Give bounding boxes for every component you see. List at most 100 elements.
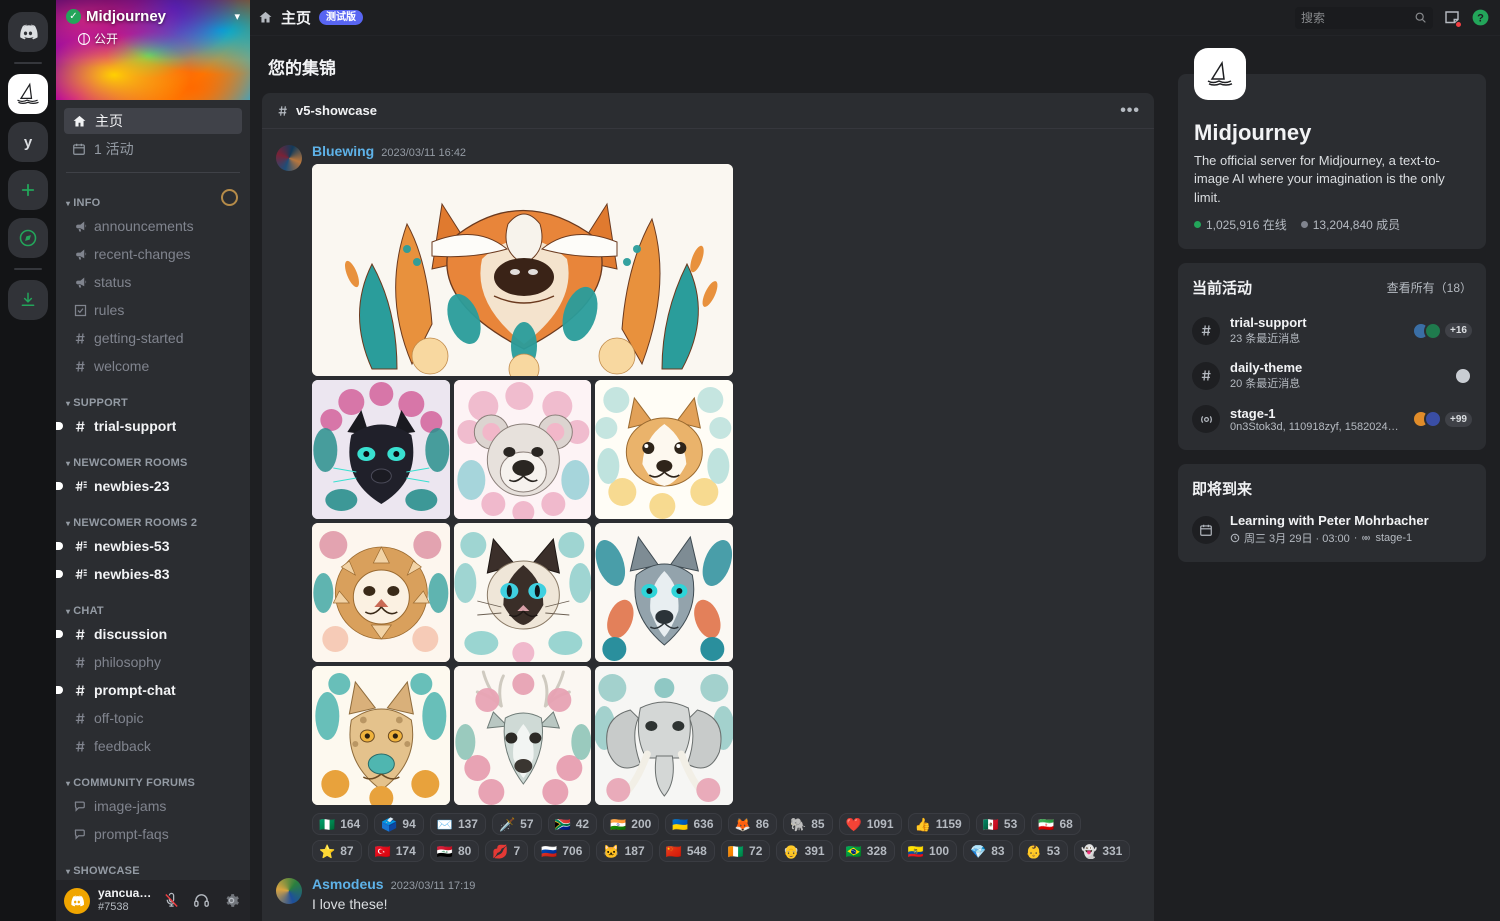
reaction-chip[interactable]: 🇲🇽 53 [975,813,1026,835]
message-author[interactable]: Bluewing [312,143,374,159]
sidebar-item-home[interactable]: 主页 [64,108,242,134]
guild-header[interactable]: ✓ Midjourney ▾ [66,8,240,25]
add-server-button[interactable] [8,170,48,210]
see-all-link[interactable]: 查看所有（18） [1387,279,1472,296]
inbox-button[interactable] [1443,9,1462,28]
sidebar-item-trial-support[interactable]: trial-support [64,413,242,439]
reaction-chip[interactable]: 🇨🇮 72 [720,840,771,862]
reaction-chip[interactable]: 🐱 187 [596,840,653,862]
mute-microphone-button[interactable] [160,890,182,912]
server-icon-midjourney[interactable] [8,74,48,114]
reaction-chip[interactable]: 🇳🇬 164 [312,813,369,835]
user-info[interactable]: yancuan's ... #7538 [98,887,152,913]
explore-servers-button[interactable] [8,218,48,258]
reaction-chip[interactable]: 🇮🇶 80 [429,840,480,862]
channel-category-support[interactable]: ▾ SUPPORT [64,381,242,413]
activity-row-daily-theme[interactable]: daily-theme 20 条最近消息 [1192,353,1472,398]
image-tile-deer[interactable] [453,666,592,805]
reaction-chip[interactable]: 🐘 85 [783,813,833,835]
sidebar-item-off-topic[interactable]: off-topic [64,705,242,731]
avatar[interactable] [64,887,90,914]
category-header[interactable]: ▾ INFO [64,181,100,213]
reaction-chip[interactable]: 🇮🇷 68 [1031,813,1081,835]
help-button[interactable]: ? [1471,8,1490,27]
category-header[interactable]: ▾ NEWCOMER ROOMS [64,441,188,473]
sidebar-item-newbies-23[interactable]: newbies-23 [64,473,242,499]
message-author[interactable]: Asmodeus [312,876,384,892]
reaction-chip[interactable]: 🇹🇷 174 [367,840,424,862]
sidebar-item-events[interactable]: 1 活动 [64,136,242,162]
discord-home-button[interactable] [8,12,48,52]
channel-category-community-forums[interactable]: ▾ COMMUNITY FORUMS [64,761,242,793]
chevron-down-icon[interactable]: ▾ [234,10,240,23]
sidebar-item-discussion[interactable]: discussion [64,621,242,647]
category-header[interactable]: ▾ COMMUNITY FORUMS [64,761,195,793]
search-input[interactable] [1301,10,1410,25]
activity-row-stage-1[interactable]: stage-10n3Stok3d, 110918zyf, 15820247382… [1192,398,1472,440]
reaction-chip[interactable]: ❤️ 1091 [838,813,902,835]
reaction-chip[interactable]: ✉️ 137 [429,813,486,835]
category-header[interactable]: ▾ SUPPORT [64,381,128,413]
reaction-chip[interactable]: 🇪🇨 100 [900,840,958,862]
reaction-chip[interactable]: 👍 1159 [907,813,970,835]
category-header[interactable]: ▾ NEWCOMER ROOMS 2 [64,501,197,533]
sidebar-item-newbies-53[interactable]: newbies-53 [64,533,242,559]
avatar[interactable] [276,145,302,171]
user-settings-button[interactable] [220,890,242,912]
deafen-button[interactable] [190,890,212,912]
sidebar-item-status[interactable]: status [64,269,242,295]
sidebar-item-feedback[interactable]: feedback [64,733,242,759]
image-tile-hyena[interactable] [312,666,450,805]
channel-list[interactable]: ▾ INFO announcements recent-changes status ru… [56,181,250,880]
image-tile-panther[interactable] [312,380,450,519]
image-tile-elephant[interactable] [595,666,733,805]
channel-category-showcase[interactable]: ▾ SHOWCASE [64,849,242,880]
reaction-chip[interactable]: 💎 83 [963,840,1013,862]
channel-category-newcomer-rooms-2[interactable]: ▾ NEWCOMER ROOMS 2 [64,501,242,533]
reaction-chip[interactable]: 🗡️ 57 [491,813,542,835]
sidebar-item-getting-started[interactable]: getting-started [64,325,242,351]
reaction-chip[interactable]: 👻 331 [1074,840,1131,862]
reaction-chip[interactable]: ⭐ 87 [312,840,362,862]
reaction-chip[interactable]: 🗳️ 94 [374,813,424,835]
channel-category-newcomer-rooms[interactable]: ▾ NEWCOMER ROOMS [64,441,242,473]
reaction-chip[interactable]: 🇺🇦 636 [665,813,722,835]
sidebar-item-newbies-83[interactable]: newbies-83 [64,561,242,587]
sidebar-item-rules[interactable]: rules [64,297,242,323]
image-hero-fox[interactable] [312,164,733,376]
sidebar-item-prompt-faqs[interactable]: prompt-faqs [64,821,242,847]
server-banner[interactable]: ✓ Midjourney ▾ 公开 [56,0,250,100]
reaction-chip[interactable]: 👶 53 [1018,840,1069,862]
reaction-chip[interactable]: 🇧🇷 328 [838,840,895,862]
reaction-chip[interactable]: 🦊 86 [727,813,778,835]
reaction-chip[interactable]: 👴 391 [776,840,833,862]
sidebar-item-announcements[interactable]: announcements [64,213,242,239]
category-header[interactable]: ▾ CHAT [64,589,104,621]
reaction-chip[interactable]: 🇷🇺 706 [534,840,591,862]
card-header[interactable]: v5-showcase ••• [262,93,1154,129]
sidebar-item-welcome[interactable]: welcome [64,353,242,379]
avatar[interactable] [276,878,302,904]
sidebar-item-prompt-chat[interactable]: prompt-chat [64,677,242,703]
reaction-chip[interactable]: 💋 7 [485,840,529,862]
image-tile-wolf[interactable] [595,523,733,662]
card-more-button[interactable]: ••• [1120,103,1140,118]
reaction-chip[interactable]: 🇮🇳 200 [603,813,660,835]
reaction-chip[interactable]: 🇨🇳 548 [658,840,715,862]
sidebar-item-recent-changes[interactable]: recent-changes [64,241,242,267]
upcoming-event-row[interactable]: Learning with Peter Mohrbacher 周三 3月 29日… [1192,509,1472,552]
reaction-list[interactable]: 🇳🇬 164 🗳️ 94 ✉️ 137 🗡️ 57 🇿🇦 42 🇮🇳 200 🇺🇦 636 🦊 86 🐘 85 ❤️… [312,813,1132,862]
category-header[interactable]: ▾ SHOWCASE [64,849,140,880]
sidebar-item-philosophy[interactable]: philosophy [64,649,242,675]
channel-category-chat[interactable]: ▾ CHAT [64,589,242,621]
server-avatar[interactable] [1194,48,1246,100]
server-boost-ring-icon[interactable] [221,188,238,206]
search-box[interactable] [1295,6,1433,29]
image-tile-lion[interactable] [312,523,450,662]
image-tile-corgi[interactable] [595,380,733,519]
channel-category-info[interactable]: ▾ INFO [64,181,242,213]
sidebar-item-image-jams[interactable]: image-jams [64,793,242,819]
reaction-chip[interactable]: 🇿🇦 42 [547,813,598,835]
server-icon-y[interactable]: y [8,122,48,162]
download-apps-button[interactable] [8,280,48,320]
